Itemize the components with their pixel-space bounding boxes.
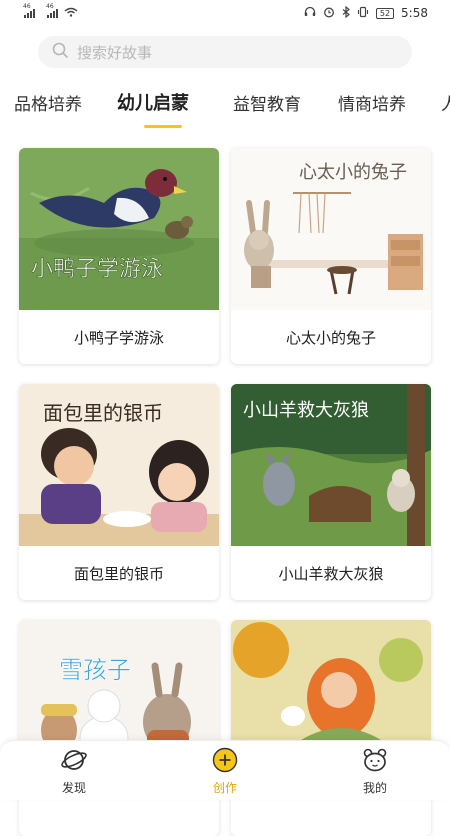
signal-icon: 46 — [23, 3, 35, 18]
signal-icon: 46 — [46, 3, 58, 18]
clock-time: 5:58 — [401, 6, 428, 20]
alarm-icon — [323, 6, 335, 21]
cover-title: 小山羊救大灰狼 — [243, 400, 369, 421]
tab-educational[interactable]: 益智教育 — [233, 90, 301, 115]
bluetooth-icon — [342, 5, 350, 21]
search-placeholder: 搜索好故事 — [77, 43, 153, 62]
cover-title: 小鸭子学游泳 — [31, 257, 163, 282]
planet-icon — [60, 747, 88, 777]
cover-title: 面包里的银币 — [43, 401, 163, 425]
story-title: 小鸭子学游泳 — [73, 328, 164, 347]
nav-discover[interactable]: 发现 — [44, 747, 104, 796]
story-cover: 小山羊救大灰狼 — [231, 384, 431, 546]
story-cover: 心太小的兔子 — [231, 148, 431, 310]
status-bar: 46 46 52 5:58 — [0, 0, 450, 26]
story-card[interactable]: 小鸭子学游泳 小鸭子学游泳 — [19, 148, 219, 364]
headphones-icon — [304, 6, 316, 20]
tab-emotional[interactable]: 情商培养 — [338, 90, 406, 115]
plus-circle-icon — [212, 747, 238, 777]
search-bar[interactable]: 搜索好故事 — [38, 36, 412, 68]
nav-mine[interactable]: 我的 — [345, 747, 405, 796]
story-card[interactable] — [231, 620, 431, 836]
story-title: 面包里的银币 — [73, 564, 164, 583]
wifi-icon — [64, 7, 78, 20]
story-card[interactable]: 雪孩子 — [19, 620, 219, 836]
story-cover: 面包里的银币 — [19, 384, 219, 546]
category-tabs: 品格培养 幼儿启蒙 益智教育 情商培养 人 — [0, 86, 450, 130]
battery-icon: 52 — [375, 7, 395, 19]
nav-discover-label: 发现 — [61, 781, 86, 795]
story-title: 小山羊救大灰狼 — [278, 564, 384, 583]
cover-title: 心太小的兔子 — [299, 162, 407, 183]
bear-face-icon — [361, 747, 389, 777]
tab-early-childhood[interactable]: 幼儿启蒙 — [117, 89, 189, 115]
vibrate-icon — [357, 6, 369, 21]
tab-character[interactable]: 品格培养 — [14, 90, 82, 115]
tab-more[interactable]: 人 — [441, 90, 450, 115]
nav-mine-label: 我的 — [362, 781, 387, 795]
story-card[interactable]: 心太小的兔子 心太小的兔子 — [231, 148, 431, 364]
story-card[interactable]: 面包里的银币 面包里的银币 — [19, 384, 219, 600]
nav-create-label: 创作 — [212, 781, 237, 795]
active-tab-indicator — [144, 125, 182, 128]
story-title: 心太小的兔子 — [285, 328, 376, 347]
cover-title: 雪孩子 — [59, 656, 131, 684]
story-card[interactable]: 小山羊救大灰狼 小山羊救大灰狼 — [231, 384, 431, 600]
search-icon — [52, 42, 69, 63]
bottom-nav: 发现 创作 我的 — [0, 740, 450, 800]
nav-create[interactable]: 创作 — [195, 747, 255, 796]
story-cover: 小鸭子学游泳 — [19, 148, 219, 310]
